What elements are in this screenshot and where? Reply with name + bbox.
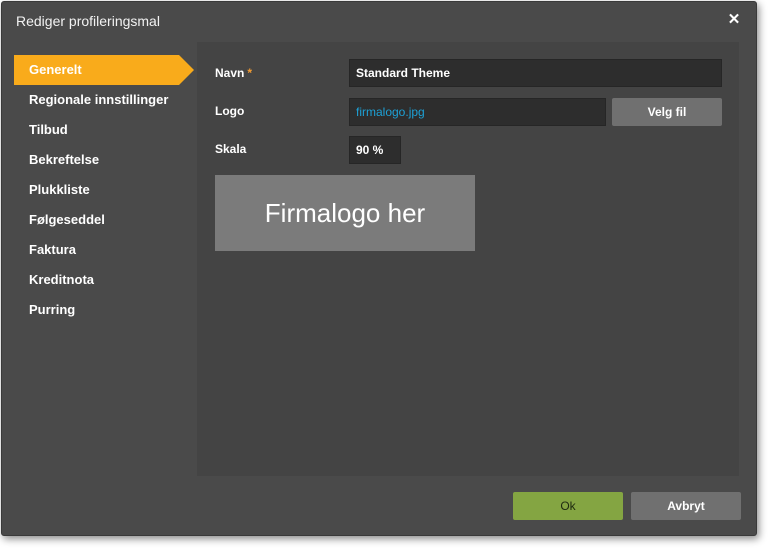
sidebar-item-kreditnota[interactable]: Kreditnota	[14, 265, 194, 295]
required-marker: *	[247, 66, 253, 80]
logo-preview: Firmalogo her	[215, 175, 475, 251]
sidebar-item-purring[interactable]: Purring	[14, 295, 194, 325]
name-field[interactable]	[349, 59, 722, 87]
sidebar-item-tilbud[interactable]: Tilbud	[14, 115, 194, 145]
scale-label: Skala	[215, 142, 247, 156]
logo-label: Logo	[215, 104, 245, 118]
edit-branding-template-dialog: Rediger profileringsmal ✕ Generelt Regio…	[1, 1, 757, 536]
logo-file-link[interactable]: firmalogo.jpg	[356, 105, 425, 119]
close-icon[interactable]: ✕	[724, 10, 744, 30]
sidebar-item-generelt[interactable]: Generelt	[14, 55, 194, 85]
scale-field[interactable]	[349, 136, 401, 164]
dialog-titlebar: Rediger profileringsmal ✕	[2, 2, 756, 40]
name-label-text: Navn	[215, 66, 245, 80]
cancel-button[interactable]: Avbryt	[631, 492, 741, 520]
ok-button[interactable]: Ok	[513, 492, 623, 520]
name-label: Navn *	[215, 66, 252, 80]
template-section-nav: Generelt Regionale innstillinger Tilbud …	[14, 55, 194, 325]
choose-file-button[interactable]: Velg fil	[612, 98, 722, 126]
sidebar-item-faktura[interactable]: Faktura	[14, 235, 194, 265]
sidebar-item-plukkliste[interactable]: Plukkliste	[14, 175, 194, 205]
dialog-title: Rediger profileringsmal	[16, 13, 160, 29]
logo-file-field[interactable]: firmalogo.jpg	[349, 98, 606, 126]
sidebar-item-folgeseddel[interactable]: Følgeseddel	[14, 205, 194, 235]
sidebar-item-bekreftelse[interactable]: Bekreftelse	[14, 145, 194, 175]
sidebar-item-regionale-innstillinger[interactable]: Regionale innstillinger	[14, 85, 194, 115]
general-settings-panel: Navn* Logo firmalogo.jpg Velg fil Skala …	[197, 42, 739, 476]
